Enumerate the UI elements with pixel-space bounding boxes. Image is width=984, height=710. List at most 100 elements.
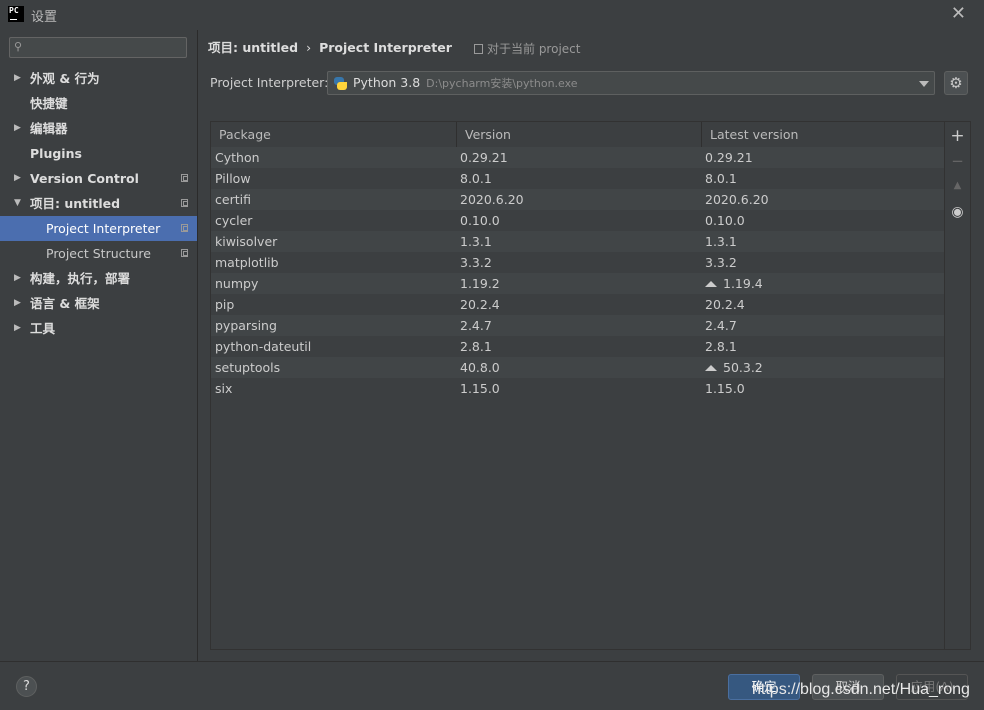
table-row[interactable]: numpy 1.19.2 1.19.4 bbox=[211, 273, 944, 294]
cell-latest-version-text: 1.19.4 bbox=[723, 276, 763, 291]
settings-search-input[interactable]: ⚲ bbox=[9, 37, 187, 58]
sidebar-item[interactable]: ▶ 外观 & 行为 bbox=[0, 66, 197, 91]
upgrade-available-icon bbox=[705, 281, 717, 287]
table-header: Package Version Latest version bbox=[211, 122, 944, 148]
cell-latest-version-text: 0.10.0 bbox=[705, 213, 745, 228]
cell-package: certifi bbox=[215, 189, 251, 210]
cell-latest-version: 2.8.1 bbox=[705, 336, 737, 357]
cell-package: setuptools bbox=[215, 357, 280, 378]
cell-version-text: 1.3.1 bbox=[460, 234, 492, 249]
cell-latest-version-text: 1.3.1 bbox=[705, 234, 737, 249]
table-row[interactable]: setuptools 40.8.0 50.3.2 bbox=[211, 357, 944, 378]
sidebar-item[interactable]: Project Interpreter bbox=[0, 216, 197, 241]
column-header-latest-version[interactable]: Latest version bbox=[701, 122, 944, 147]
close-icon[interactable]: ✕ bbox=[951, 3, 966, 24]
python-icon bbox=[334, 77, 347, 90]
table-row[interactable]: pyparsing 2.4.7 2.4.7 bbox=[211, 315, 944, 336]
sidebar-item[interactable]: ▼ 项目: untitled bbox=[0, 191, 197, 216]
cell-version-text: 1.19.2 bbox=[460, 276, 500, 291]
cell-version: 2.8.1 bbox=[460, 336, 492, 357]
cell-latest-version: 1.19.4 bbox=[705, 273, 763, 294]
window-title: 设置 bbox=[31, 10, 58, 25]
column-header-package[interactable]: Package bbox=[211, 122, 456, 147]
help-icon[interactable]: ? bbox=[16, 676, 37, 697]
chevron-right-icon[interactable]: ▶ bbox=[14, 266, 21, 291]
sidebar-item[interactable]: Project Structure bbox=[0, 241, 197, 266]
sidebar-item[interactable]: ▶ 构建，执行，部署 bbox=[0, 266, 197, 291]
package-toolbar: + − ▲ ◉ bbox=[945, 121, 971, 650]
chevron-right-icon[interactable]: ▶ bbox=[14, 66, 21, 91]
title-bar: PC 设置 ✕ bbox=[0, 0, 984, 30]
table-row[interactable]: kiwisolver 1.3.1 1.3.1 bbox=[211, 231, 944, 252]
project-scope-icon bbox=[181, 174, 188, 182]
cell-version-text: 2.8.1 bbox=[460, 339, 492, 354]
watermark-text: https://blog.csdn.net/Hua_rong bbox=[752, 681, 970, 698]
cell-version: 2.4.7 bbox=[460, 315, 492, 336]
cell-package-text: numpy bbox=[215, 276, 259, 291]
cell-package-text: certifi bbox=[215, 192, 251, 207]
cell-version-text: 8.0.1 bbox=[460, 171, 492, 186]
eye-icon[interactable]: ◉ bbox=[945, 204, 970, 220]
gear-icon[interactable]: ⚙ bbox=[944, 71, 968, 95]
table-row[interactable]: matplotlib 3.3.2 3.3.2 bbox=[211, 252, 944, 273]
search-icon: ⚲ bbox=[14, 40, 23, 53]
chevron-right-icon[interactable]: ▶ bbox=[14, 116, 21, 141]
cell-version: 0.10.0 bbox=[460, 210, 500, 231]
cell-package: cycler bbox=[215, 210, 252, 231]
upgrade-package-icon[interactable]: ▲ bbox=[945, 180, 970, 191]
cell-version-text: 3.3.2 bbox=[460, 255, 492, 270]
project-scope-icon bbox=[181, 199, 188, 207]
column-header-version[interactable]: Version bbox=[456, 122, 701, 147]
cell-package-text: cycler bbox=[215, 213, 253, 228]
sidebar-item[interactable]: ▶ 语言 & 框架 bbox=[0, 291, 197, 316]
chevron-right-icon[interactable]: ▶ bbox=[14, 316, 21, 341]
table-row[interactable]: six 1.15.0 1.15.0 bbox=[211, 378, 944, 399]
sidebar-item[interactable]: ▶ 编辑器 bbox=[0, 116, 197, 141]
table-row[interactable]: cycler 0.10.0 0.10.0 bbox=[211, 210, 944, 231]
sidebar-item-label: 外观 & 行为 bbox=[30, 71, 100, 86]
table-row[interactable]: Pillow 8.0.1 8.0.1 bbox=[211, 168, 944, 189]
cell-version: 8.0.1 bbox=[460, 168, 492, 189]
chevron-down-icon[interactable]: ▼ bbox=[14, 191, 21, 216]
cell-latest-version: 2.4.7 bbox=[705, 315, 737, 336]
breadcrumb-project[interactable]: 项目: untitled bbox=[208, 40, 298, 55]
table-row[interactable]: python-dateutil 2.8.1 2.8.1 bbox=[211, 336, 944, 357]
cell-version-text: 40.8.0 bbox=[460, 360, 500, 375]
cell-package-text: pip bbox=[215, 297, 235, 312]
sidebar-item-label: 语言 & 框架 bbox=[30, 296, 100, 311]
chevron-down-icon[interactable] bbox=[919, 81, 929, 87]
add-package-icon[interactable]: + bbox=[945, 126, 970, 146]
cell-version-text: 2.4.7 bbox=[460, 318, 492, 333]
cell-package-text: python-dateutil bbox=[215, 339, 312, 354]
table-row[interactable]: certifi 2020.6.20 2020.6.20 bbox=[211, 189, 944, 210]
chevron-right-icon[interactable]: ▶ bbox=[14, 291, 21, 316]
sidebar-item[interactable]: ▶ Version Control bbox=[0, 166, 197, 191]
chevron-right-icon[interactable]: ▶ bbox=[14, 166, 21, 191]
cell-version-text: 1.15.0 bbox=[460, 381, 500, 396]
sidebar-item-label: 工具 bbox=[30, 321, 56, 336]
sidebar-item-label: Project Structure bbox=[46, 246, 151, 261]
table-row[interactable]: pip 20.2.4 20.2.4 bbox=[211, 294, 944, 315]
cell-latest-version-text: 2020.6.20 bbox=[705, 192, 769, 207]
copy-scope-icon bbox=[474, 44, 483, 54]
table-row[interactable]: Cython 0.29.21 0.29.21 bbox=[211, 147, 944, 168]
breadcrumb-separator: › bbox=[306, 40, 312, 55]
interpreter-dropdown[interactable]: Python 3.8 D:\pycharm安装\python.exe bbox=[327, 71, 935, 95]
table-body: Cython 0.29.21 0.29.21 Pillow 8.0.1 8.0.1 cert… bbox=[211, 147, 944, 399]
settings-tree: ▶ 外观 & 行为 快捷键 ▶ 编辑器 Plugins ▶ Version Control ▼ 项… bbox=[0, 66, 197, 341]
sidebar-item[interactable]: ▶ 工具 bbox=[0, 316, 197, 341]
interpreter-name: Python 3.8 bbox=[353, 75, 421, 90]
sidebar-item[interactable]: Plugins bbox=[0, 141, 197, 166]
sidebar-item[interactable]: 快捷键 bbox=[0, 91, 197, 116]
cell-package-text: kiwisolver bbox=[215, 234, 278, 249]
settings-sidebar: ⚲ ▶ 外观 & 行为 快捷键 ▶ 编辑器 Plugins ▶ Version Control… bbox=[0, 30, 198, 661]
sidebar-item-label: 编辑器 bbox=[30, 121, 68, 136]
cell-package: numpy bbox=[215, 273, 258, 294]
project-scope-icon bbox=[181, 224, 188, 232]
cell-package: pyparsing bbox=[215, 315, 277, 336]
cell-version-text: 0.29.21 bbox=[460, 150, 508, 165]
cell-latest-version: 8.0.1 bbox=[705, 168, 737, 189]
cell-latest-version-text: 3.3.2 bbox=[705, 255, 737, 270]
remove-package-icon[interactable]: − bbox=[945, 152, 970, 170]
cell-latest-version: 0.29.21 bbox=[705, 147, 753, 168]
